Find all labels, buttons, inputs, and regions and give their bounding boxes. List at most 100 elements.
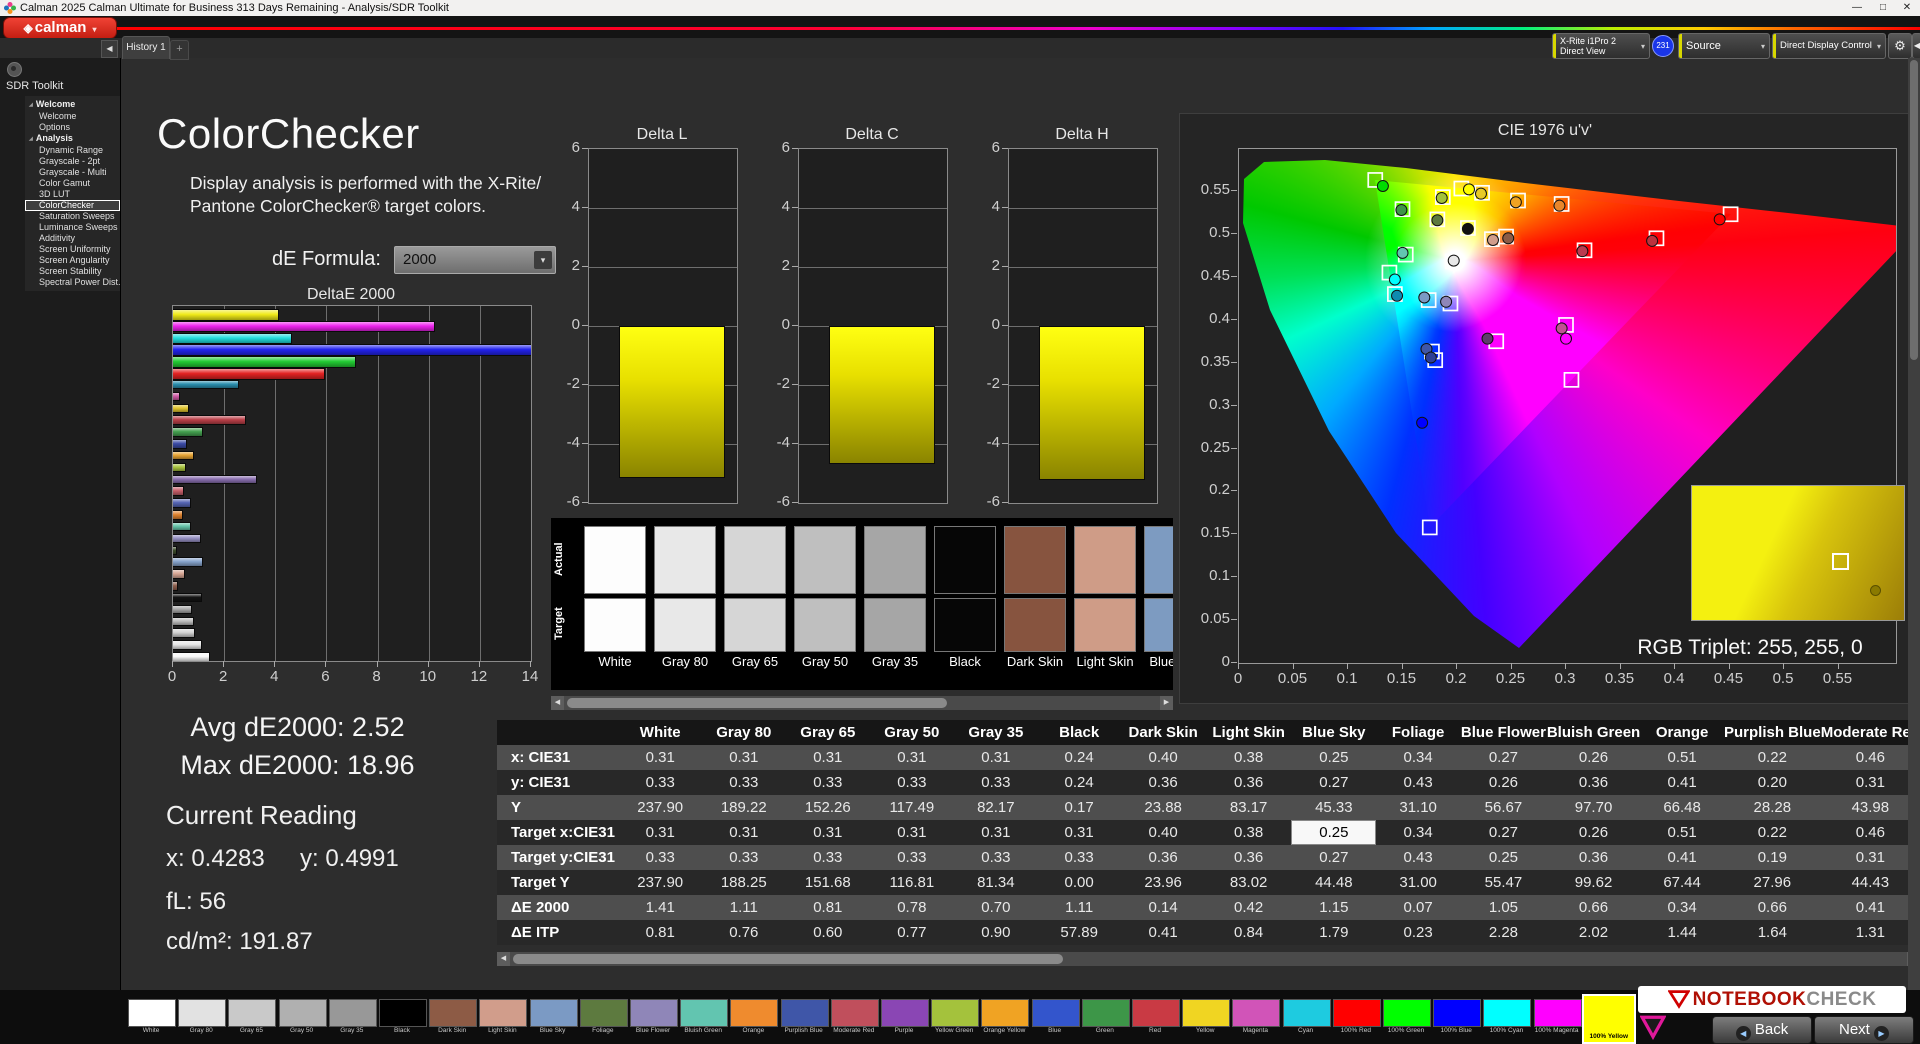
strip-patch-yellow-green[interactable]	[931, 999, 979, 1027]
cell-target-y-cie31-black[interactable]: 0.33	[1038, 845, 1121, 870]
source-dropdown[interactable]: Source ▾	[1678, 33, 1770, 59]
cell-target-x-cie31-gray-35[interactable]: 0.31	[954, 820, 1038, 845]
cell-e-itp-gray-65[interactable]: 0.60	[786, 920, 870, 945]
strip-patch-green[interactable]	[1082, 999, 1130, 1027]
strip-patch-magenta[interactable]	[1232, 999, 1280, 1027]
cell-x-cie31-purplish-blue[interactable]: 0.22	[1724, 745, 1821, 770]
sidebar-item-saturation-sweeps[interactable]: Saturation Sweeps	[25, 211, 120, 222]
sidebar-item-colorchecker[interactable]: ColorChecker	[25, 200, 120, 211]
strip-patch-gray-80[interactable]	[178, 999, 226, 1027]
meter-dropdown[interactable]: X-Rite i1Pro 2 Direct View ▾	[1552, 33, 1650, 59]
cell-x-cie31-blue-flower[interactable]: 0.27	[1460, 745, 1547, 770]
cell-e-itp-blue-sky[interactable]: 1.79	[1291, 920, 1376, 945]
cell-target-x-cie31-bluish-green[interactable]: 0.26	[1547, 820, 1640, 845]
cell-target-x-cie31-orange[interactable]: 0.51	[1640, 820, 1724, 845]
cell-y-cie31-gray-80[interactable]: 0.33	[702, 770, 786, 795]
cell-e-itp-blue-flower[interactable]: 2.28	[1460, 920, 1547, 945]
maximize-icon[interactable]: □	[1872, 0, 1894, 16]
cell-target-x-cie31-gray-65[interactable]: 0.31	[786, 820, 870, 845]
cell-e-2000-blue-flower[interactable]: 1.05	[1460, 895, 1547, 920]
cell-target-x-cie31-black[interactable]: 0.31	[1038, 820, 1121, 845]
meter-count-badge[interactable]: 231	[1652, 35, 1674, 57]
cell-y-cie31-gray-65[interactable]: 0.33	[786, 770, 870, 795]
cell-target-y-moderate-red[interactable]: 44.43	[1821, 870, 1920, 895]
cell-target-x-cie31-gray-50[interactable]: 0.31	[870, 820, 954, 845]
strip-patch-purplish-blue[interactable]	[781, 999, 829, 1027]
cell-target-y-cie31-light-skin[interactable]: 0.36	[1206, 845, 1292, 870]
sidebar-item-color-gamut[interactable]: Color Gamut	[25, 178, 120, 189]
cell-target-y-blue-sky[interactable]: 44.48	[1291, 870, 1376, 895]
cell-y-orange[interactable]: 66.48	[1640, 795, 1724, 820]
cell-target-y-gray-80[interactable]: 188.25	[702, 870, 786, 895]
expander-icon[interactable]: ◢	[29, 102, 33, 108]
strip-patch-100-cyan[interactable]	[1483, 999, 1531, 1027]
strip-patch-dark-skin[interactable]	[429, 999, 477, 1027]
strip-patch-light-skin[interactable]	[479, 999, 527, 1027]
cell-target-y-light-skin[interactable]: 83.02	[1206, 870, 1292, 895]
next-button[interactable]: Next ▶	[1814, 1016, 1914, 1044]
cell-target-x-cie31-moderate-red[interactable]: 0.46	[1821, 820, 1920, 845]
cell-x-cie31-foliage[interactable]: 0.34	[1376, 745, 1460, 770]
strip-patch-100-green[interactable]	[1383, 999, 1431, 1027]
cell-y-blue-sky[interactable]: 45.33	[1291, 795, 1376, 820]
cell-e-2000-orange[interactable]: 0.34	[1640, 895, 1724, 920]
cell-target-y-gray-50[interactable]: 116.81	[870, 870, 954, 895]
cell-y-bluish-green[interactable]: 97.70	[1547, 795, 1640, 820]
collapse-right-button[interactable]: ◀	[1912, 33, 1920, 59]
cell-e-itp-dark-skin[interactable]: 0.41	[1120, 920, 1205, 945]
cell-target-y-gray-65[interactable]: 151.68	[786, 870, 870, 895]
cell-e-itp-foliage[interactable]: 0.23	[1376, 920, 1460, 945]
cell-e-2000-dark-skin[interactable]: 0.14	[1120, 895, 1205, 920]
sidebar-item-spectral-power-dist[interactable]: Spectral Power Dist.	[25, 277, 120, 288]
cell-e-itp-gray-50[interactable]: 0.77	[870, 920, 954, 945]
cell-target-y-foliage[interactable]: 31.00	[1376, 870, 1460, 895]
scroll-right-icon[interactable]: ▶	[1160, 696, 1173, 710]
cell-y-purplish-blue[interactable]: 28.28	[1724, 795, 1821, 820]
cell-target-y-cie31-dark-skin[interactable]: 0.36	[1120, 845, 1205, 870]
cell-target-x-cie31-light-skin[interactable]: 0.38	[1206, 820, 1292, 845]
cell-e-2000-gray-80[interactable]: 1.11	[702, 895, 786, 920]
swatch-scrollbar-thumb[interactable]	[567, 698, 947, 708]
strip-patch-100-red[interactable]	[1333, 999, 1381, 1027]
cell-y-white[interactable]: 237.90	[619, 795, 702, 820]
cell-y-cie31-blue-flower[interactable]: 0.26	[1460, 770, 1547, 795]
cell-y-cie31-gray-35[interactable]: 0.33	[954, 770, 1038, 795]
cell-target-y-black[interactable]: 0.00	[1038, 870, 1121, 895]
sidebar-group-analysis[interactable]: ◢Analysis	[25, 133, 120, 145]
sidebar-group-welcome[interactable]: ◢Welcome	[25, 99, 120, 111]
cell-y-gray-50[interactable]: 117.49	[870, 795, 954, 820]
cell-e-itp-gray-80[interactable]: 0.76	[702, 920, 786, 945]
cell-target-x-cie31-purplish-blue[interactable]: 0.22	[1724, 820, 1821, 845]
expander-icon[interactable]: ◢	[29, 136, 33, 142]
cell-target-y-cie31-blue-sky[interactable]: 0.27	[1291, 845, 1376, 870]
strip-patch-100-blue[interactable]	[1433, 999, 1481, 1027]
sidebar-item-luminance-sweeps[interactable]: Luminance Sweeps	[25, 222, 120, 233]
cell-y-cie31-purplish-blue[interactable]: 0.20	[1724, 770, 1821, 795]
minimize-icon[interactable]: —	[1846, 0, 1868, 16]
cell-y-gray-80[interactable]: 189.22	[702, 795, 786, 820]
sidebar-item-screen-angularity[interactable]: Screen Angularity	[25, 255, 120, 266]
cell-target-y-white[interactable]: 237.90	[619, 870, 702, 895]
cell-target-y-dark-skin[interactable]: 23.96	[1120, 870, 1205, 895]
sidebar-item-grayscale-2pt[interactable]: Grayscale - 2pt	[25, 156, 120, 167]
cell-y-cie31-gray-50[interactable]: 0.33	[870, 770, 954, 795]
strip-patch-black[interactable]	[379, 999, 427, 1027]
display-control-dropdown[interactable]: Direct Display Control ▾	[1772, 33, 1886, 59]
cell-y-cie31-moderate-red[interactable]: 0.31	[1821, 770, 1920, 795]
strip-patch-blue-flower[interactable]	[630, 999, 678, 1027]
vertical-scrollbar-thumb[interactable]	[1910, 60, 1918, 360]
cell-target-y-gray-35[interactable]: 81.34	[954, 870, 1038, 895]
swatch-scrollbar[interactable]: ◀ ▶	[551, 696, 1173, 710]
sidebar-item-grayscale-multi[interactable]: Grayscale - Multi	[25, 167, 120, 178]
cell-y-cie31-bluish-green[interactable]: 0.36	[1547, 770, 1640, 795]
cell-x-cie31-gray-80[interactable]: 0.31	[702, 745, 786, 770]
cell-y-cie31-dark-skin[interactable]: 0.36	[1120, 770, 1205, 795]
cell-target-y-cie31-purplish-blue[interactable]: 0.19	[1724, 845, 1821, 870]
cell-e-2000-foliage[interactable]: 0.07	[1376, 895, 1460, 920]
sidebar-item-screen-uniformity[interactable]: Screen Uniformity	[25, 244, 120, 255]
cell-e-2000-black[interactable]: 1.11	[1038, 895, 1121, 920]
sidebar-item-3d-lut[interactable]: 3D LUT	[25, 189, 120, 200]
cell-y-cie31-blue-sky[interactable]: 0.27	[1291, 770, 1376, 795]
calman-menu-button[interactable]: ◈calman▾	[3, 17, 117, 39]
strip-patch-foliage[interactable]	[580, 999, 628, 1027]
